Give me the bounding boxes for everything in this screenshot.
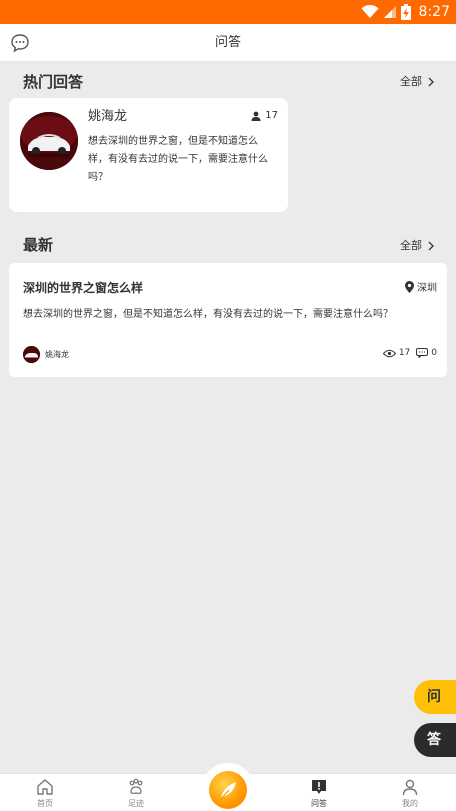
tab-footprints-label: 足迹	[128, 799, 144, 808]
status-icons: 8:27	[361, 0, 450, 24]
title-bar: 问答	[0, 24, 456, 62]
latest-question-card[interactable]: 深圳的世界之窗怎么样 深圳 想去深圳的世界之窗，但是不知道怎么样，有没有去过的说…	[9, 263, 447, 377]
home-icon	[37, 779, 53, 795]
latest-section-header: 最新 全部	[0, 233, 456, 257]
status-bar: 8:27	[0, 0, 456, 24]
hot-answer-text: 想去深圳的世界之窗，但是不知道怎么样，有没有去过的说一下，需要注意什么吗？	[88, 136, 268, 183]
ask-question-button[interactable]: 问	[414, 680, 456, 714]
page-title: 问答	[214, 35, 241, 50]
avatar	[20, 112, 78, 170]
eye-icon	[382, 349, 396, 357]
paw-icon	[129, 778, 143, 794]
question-text: 想去深圳的世界之窗，但是不知道怎么样，有没有去过的说一下，需要注意什么吗？	[23, 309, 393, 320]
comment-icon	[416, 348, 429, 358]
hot-section-title: 热门回答	[23, 73, 84, 91]
tab-home-label: 首页	[37, 799, 53, 808]
tab-qa[interactable]: 问答	[289, 778, 349, 809]
tab-mine[interactable]: 我的	[380, 778, 440, 809]
view-count: 17	[382, 348, 411, 358]
hot-section-header: 热门回答 全部	[0, 70, 456, 94]
question-author-name: 姚海龙	[45, 350, 69, 359]
view-count-value: 17	[398, 348, 411, 358]
wifi-icon	[361, 5, 379, 18]
person-icon	[251, 111, 261, 121]
question-author[interactable]: 姚海龙	[23, 346, 69, 363]
chevron-right-icon	[428, 77, 434, 87]
hot-author-name: 姚海龙	[88, 109, 128, 124]
hot-count-value: 17	[265, 110, 278, 121]
avatar	[23, 346, 40, 363]
feather-icon	[219, 782, 236, 801]
qa-icon	[312, 780, 326, 794]
latest-section-title: 最新	[23, 236, 54, 254]
user-icon	[402, 779, 418, 796]
hot-view-all-label: 全部	[400, 75, 422, 88]
latest-view-all-label: 全部	[400, 239, 422, 252]
comment-count-value: 0	[431, 348, 437, 358]
publish-button[interactable]	[201, 763, 255, 811]
location-label: 深圳	[417, 283, 437, 294]
question-location: 深圳	[405, 279, 437, 294]
hot-follower-count: 17	[251, 110, 278, 121]
tab-qa-label: 问答	[311, 799, 327, 808]
publish-button-circle	[209, 771, 247, 809]
answer-button[interactable]: 答	[414, 723, 456, 757]
signal-icon	[383, 6, 396, 18]
battery-charging-icon	[400, 4, 411, 20]
location-pin-icon	[405, 280, 414, 293]
tab-mine-label: 我的	[402, 799, 418, 808]
hot-answer-card[interactable]: 姚海龙 17 想去深圳的世界之窗，但是不知道怎么样，有没有去过的说一下，需要注意…	[9, 98, 288, 212]
question-title: 深圳的世界之窗怎么样	[23, 281, 144, 295]
latest-view-all-link[interactable]: 全部	[400, 237, 434, 255]
status-time: 8:27	[418, 4, 450, 20]
hot-view-all-link[interactable]: 全部	[400, 73, 434, 91]
tab-home[interactable]: 首页	[15, 778, 75, 809]
tab-footprints[interactable]: 足迹	[106, 778, 166, 809]
chevron-right-icon	[428, 241, 434, 251]
comment-count: 0	[416, 348, 437, 358]
question-stats: 17 0	[382, 348, 437, 358]
